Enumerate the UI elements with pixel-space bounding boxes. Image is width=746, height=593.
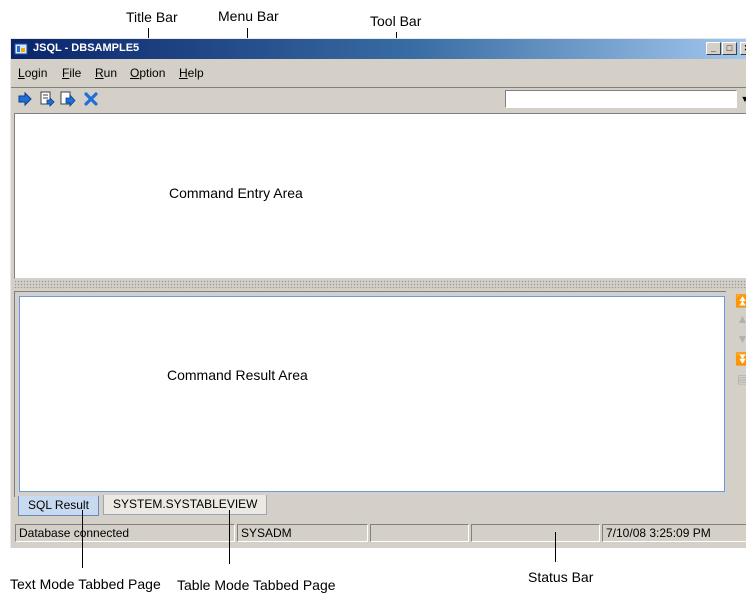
command-entry-label: Command Entry Area bbox=[169, 185, 303, 201]
command-entry-area[interactable] bbox=[14, 113, 746, 279]
result-pane bbox=[14, 291, 726, 497]
query-history-combo[interactable] bbox=[505, 90, 737, 108]
chevron-down-icon[interactable]: ▼ bbox=[738, 90, 746, 108]
command-result-area[interactable] bbox=[19, 296, 725, 492]
menu-bar: Login File Run Option Help bbox=[11, 59, 746, 87]
next-icon[interactable]: ▼ bbox=[734, 331, 746, 347]
callout-title-bar: Title Bar bbox=[126, 9, 178, 25]
previous-icon[interactable]: ▲ bbox=[734, 311, 746, 327]
callout-tool-bar: Tool Bar bbox=[370, 13, 422, 29]
export-icon[interactable]: ▤ bbox=[734, 371, 746, 387]
window-title: JSQL - DBSAMPLE5 bbox=[33, 42, 140, 54]
execute-script-icon[interactable] bbox=[39, 91, 55, 107]
leader-text-mode-tab bbox=[82, 510, 83, 568]
pane-splitter[interactable] bbox=[14, 280, 746, 289]
title-bar[interactable]: JSQL - DBSAMPLE5 _ □ ✕ bbox=[11, 39, 746, 59]
menu-login[interactable]: Login bbox=[18, 66, 47, 80]
leader-table-mode-tab bbox=[229, 510, 230, 564]
status-connection: Database connected bbox=[15, 524, 235, 542]
first-icon[interactable]: ⏫ bbox=[734, 293, 746, 309]
callout-table-mode-tab: Table Mode Tabbed Page bbox=[177, 577, 336, 593]
result-navigation: ⏫ ▲ ▼ ⏬ ▤ bbox=[732, 291, 746, 401]
menu-option[interactable]: Option bbox=[130, 66, 165, 80]
close-button[interactable]: ✕ bbox=[740, 42, 746, 55]
status-timestamp: 7/10/08 3:25:09 PM bbox=[602, 524, 746, 542]
tool-bar: ▼ bbox=[11, 87, 746, 113]
menu-file[interactable]: File bbox=[62, 66, 81, 80]
tab-sql-result[interactable]: SQL Result bbox=[18, 496, 99, 516]
maximize-button[interactable]: □ bbox=[722, 42, 737, 55]
execute-step-icon[interactable] bbox=[60, 91, 76, 107]
status-bar: Database connected SYSADM 7/10/08 3:25:0… bbox=[14, 521, 746, 543]
status-cell-3 bbox=[370, 524, 469, 542]
minimize-button[interactable]: _ bbox=[706, 42, 721, 55]
menu-run[interactable]: Run bbox=[95, 66, 117, 80]
tab-system-table[interactable]: SYSTEM.SYSTABLEVIEW bbox=[103, 495, 268, 515]
last-icon[interactable]: ⏬ bbox=[734, 351, 746, 367]
command-result-label: Command Result Area bbox=[167, 367, 308, 383]
menu-help[interactable]: Help bbox=[179, 66, 204, 80]
execute-icon[interactable] bbox=[17, 91, 33, 107]
app-icon bbox=[14, 43, 28, 55]
callout-status-bar: Status Bar bbox=[528, 569, 594, 585]
status-cell-4 bbox=[471, 524, 600, 542]
leader-status-bar bbox=[555, 532, 556, 562]
status-user: SYSADM bbox=[237, 524, 368, 542]
callout-text-mode-tab: Text Mode Tabbed Page bbox=[10, 576, 161, 592]
cancel-icon[interactable] bbox=[83, 91, 99, 107]
app-window: JSQL - DBSAMPLE5 _ □ ✕ Login File Run Op… bbox=[10, 38, 746, 548]
callout-menu-bar: Menu Bar bbox=[218, 8, 279, 24]
